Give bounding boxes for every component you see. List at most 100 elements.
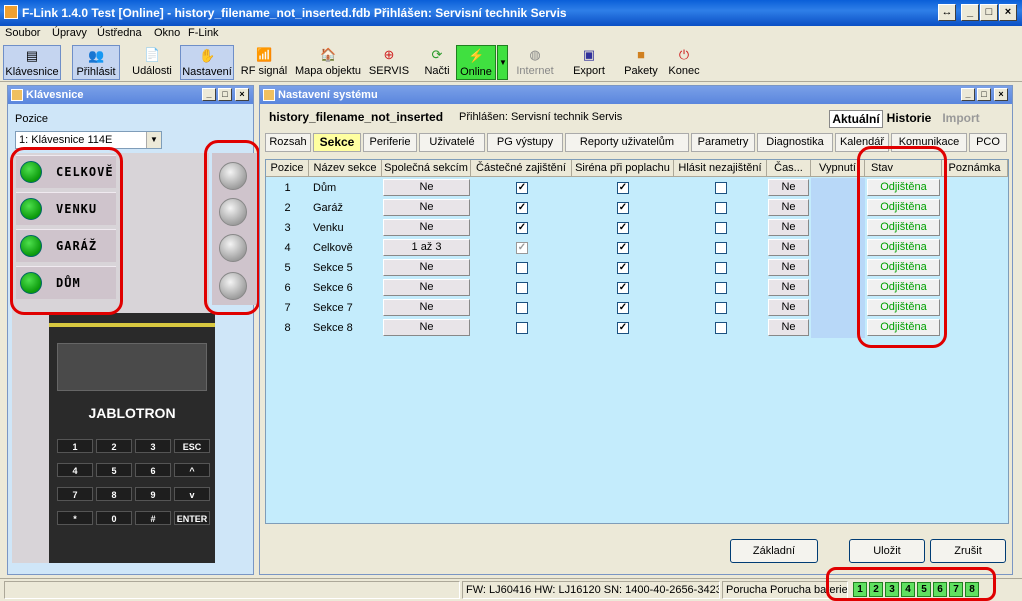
col-header-position[interactable]: Pozice (266, 160, 309, 177)
report-unarmed-checkbox[interactable] (715, 302, 727, 314)
row-section-name[interactable]: Sekce 7 (313, 298, 383, 318)
keypad-maximize-button[interactable]: □ (218, 88, 232, 101)
siren-alarm-checkbox[interactable]: ✓ (617, 222, 629, 234)
siren-alarm-checkbox[interactable]: ✓ (617, 322, 629, 334)
col-header-time[interactable]: Čas... (767, 160, 811, 177)
common-sections-button[interactable]: Ne (383, 279, 470, 296)
view-import-tab[interactable]: Import (936, 110, 986, 128)
time-button[interactable]: Ne (768, 299, 809, 316)
row-section-name[interactable]: Garáž (313, 198, 383, 218)
tab-periferie[interactable]: Periferie (363, 133, 417, 152)
tab-reporty[interactable]: Reporty uživatelům (565, 133, 689, 152)
close-button[interactable]: × (999, 4, 1017, 21)
key-2[interactable]: 2 (96, 439, 132, 453)
events-button[interactable]: 📄 Události (130, 45, 174, 80)
common-sections-button[interactable]: Ne (383, 179, 470, 196)
tab-pg-vystupy[interactable]: PG výstupy (487, 133, 563, 152)
time-button[interactable]: Ne (768, 319, 809, 336)
col-header-common[interactable]: Společná sekcím (382, 160, 471, 177)
settings-close-button[interactable]: × (994, 88, 1008, 101)
siren-alarm-checkbox[interactable]: ✓ (617, 242, 629, 254)
menu-flink[interactable]: F-Link (188, 27, 219, 39)
key-1[interactable]: 1 (57, 439, 93, 453)
siren-alarm-checkbox[interactable]: ✓ (617, 262, 629, 274)
col-header-partial[interactable]: Částečné zajištění (471, 160, 572, 177)
col-header-siren[interactable]: Siréna při poplachu (572, 160, 674, 177)
report-unarmed-checkbox[interactable] (715, 242, 727, 254)
object-map-button[interactable]: 🏠 Mapa objektu (294, 45, 362, 80)
keypad-button[interactable]: ▤ Klávesnice (3, 45, 61, 80)
keypad-minimize-button[interactable]: _ (202, 88, 216, 101)
tab-rozsah[interactable]: Rozsah (265, 133, 311, 152)
keypad-close-button[interactable]: × (235, 88, 249, 101)
row-section-name[interactable]: Celkově (313, 238, 383, 258)
time-button[interactable]: Ne (768, 219, 809, 236)
common-sections-button[interactable]: 1 až 3 (383, 239, 470, 256)
siren-alarm-checkbox[interactable]: ✓ (617, 202, 629, 214)
key-7[interactable]: 7 (57, 487, 93, 501)
partial-arm-checkbox[interactable]: ✓ (516, 242, 528, 254)
partial-arm-checkbox[interactable] (516, 302, 528, 314)
key-3[interactable]: 3 (135, 439, 171, 453)
internet-button[interactable]: ◍ Internet (512, 45, 558, 80)
servis-button[interactable]: ⊕ SERVIS (368, 45, 410, 80)
time-button[interactable]: Ne (768, 199, 809, 216)
key-star[interactable]: * (57, 511, 93, 525)
view-history-tab[interactable]: Historie (884, 110, 934, 128)
partial-arm-checkbox[interactable]: ✓ (516, 222, 528, 234)
partial-arm-checkbox[interactable]: ✓ (516, 182, 528, 194)
settings-button[interactable]: ✋ Nastavení (180, 45, 234, 80)
tab-diagnostika[interactable]: Diagnostika (757, 133, 833, 152)
common-sections-button[interactable]: Ne (383, 319, 470, 336)
chevron-down-icon[interactable]: ▼ (146, 132, 161, 148)
report-unarmed-checkbox[interactable] (715, 182, 727, 194)
exit-button[interactable]: ⏻ Konec (666, 45, 702, 80)
key-4[interactable]: 4 (57, 463, 93, 477)
row-section-name[interactable]: Sekce 5 (313, 258, 383, 278)
key-6[interactable]: 6 (135, 463, 171, 477)
time-button[interactable]: Ne (768, 259, 809, 276)
col-header-name[interactable]: Název sekce (309, 160, 382, 177)
menu-okno[interactable]: Okno (154, 27, 180, 39)
report-unarmed-checkbox[interactable] (715, 262, 727, 274)
minimize-button[interactable]: _ (961, 4, 979, 21)
rf-signal-button[interactable]: 📶 RF signál (240, 45, 288, 80)
report-unarmed-checkbox[interactable] (715, 222, 727, 234)
siren-alarm-checkbox[interactable]: ✓ (617, 302, 629, 314)
common-sections-button[interactable]: Ne (383, 299, 470, 316)
common-sections-button[interactable]: Ne (383, 259, 470, 276)
basic-button[interactable]: Základní (730, 539, 818, 563)
packets-button[interactable]: ■ Pakety (622, 45, 660, 80)
online-button[interactable]: ⚡ Online (456, 45, 496, 80)
settings-maximize-button[interactable]: □ (977, 88, 991, 101)
common-sections-button[interactable]: Ne (383, 199, 470, 216)
partial-arm-checkbox[interactable]: ✓ (516, 202, 528, 214)
col-header-report[interactable]: Hlásit nezajištění (674, 160, 767, 177)
tab-pco[interactable]: PCO (969, 133, 1007, 152)
partial-arm-checkbox[interactable] (516, 282, 528, 294)
key-0[interactable]: 0 (96, 511, 132, 525)
key-9[interactable]: 9 (135, 487, 171, 501)
report-unarmed-checkbox[interactable] (715, 202, 727, 214)
common-sections-button[interactable]: Ne (383, 219, 470, 236)
restore-arrows-button[interactable]: ↔ (938, 4, 956, 21)
siren-alarm-checkbox[interactable]: ✓ (617, 182, 629, 194)
tab-parametry[interactable]: Parametry (691, 133, 755, 152)
row-section-name[interactable]: Sekce 8 (313, 318, 383, 338)
key-hash[interactable]: # (135, 511, 171, 525)
report-unarmed-checkbox[interactable] (715, 322, 727, 334)
key-5[interactable]: 5 (96, 463, 132, 477)
cancel-button[interactable]: Zrušit (930, 539, 1006, 563)
siren-alarm-checkbox[interactable]: ✓ (617, 282, 629, 294)
time-button[interactable]: Ne (768, 279, 809, 296)
key-enter[interactable]: ENTER (174, 511, 210, 525)
key-esc[interactable]: ESC (174, 439, 210, 453)
online-dropdown-button[interactable]: ▼ (497, 45, 508, 80)
save-button[interactable]: Uložit (849, 539, 925, 563)
key-down[interactable]: v (174, 487, 210, 501)
key-up[interactable]: ^ (174, 463, 210, 477)
time-button[interactable]: Ne (768, 179, 809, 196)
tab-uzivatele[interactable]: Uživatelé (419, 133, 485, 152)
partial-arm-checkbox[interactable] (516, 322, 528, 334)
maximize-button[interactable]: □ (980, 4, 998, 21)
